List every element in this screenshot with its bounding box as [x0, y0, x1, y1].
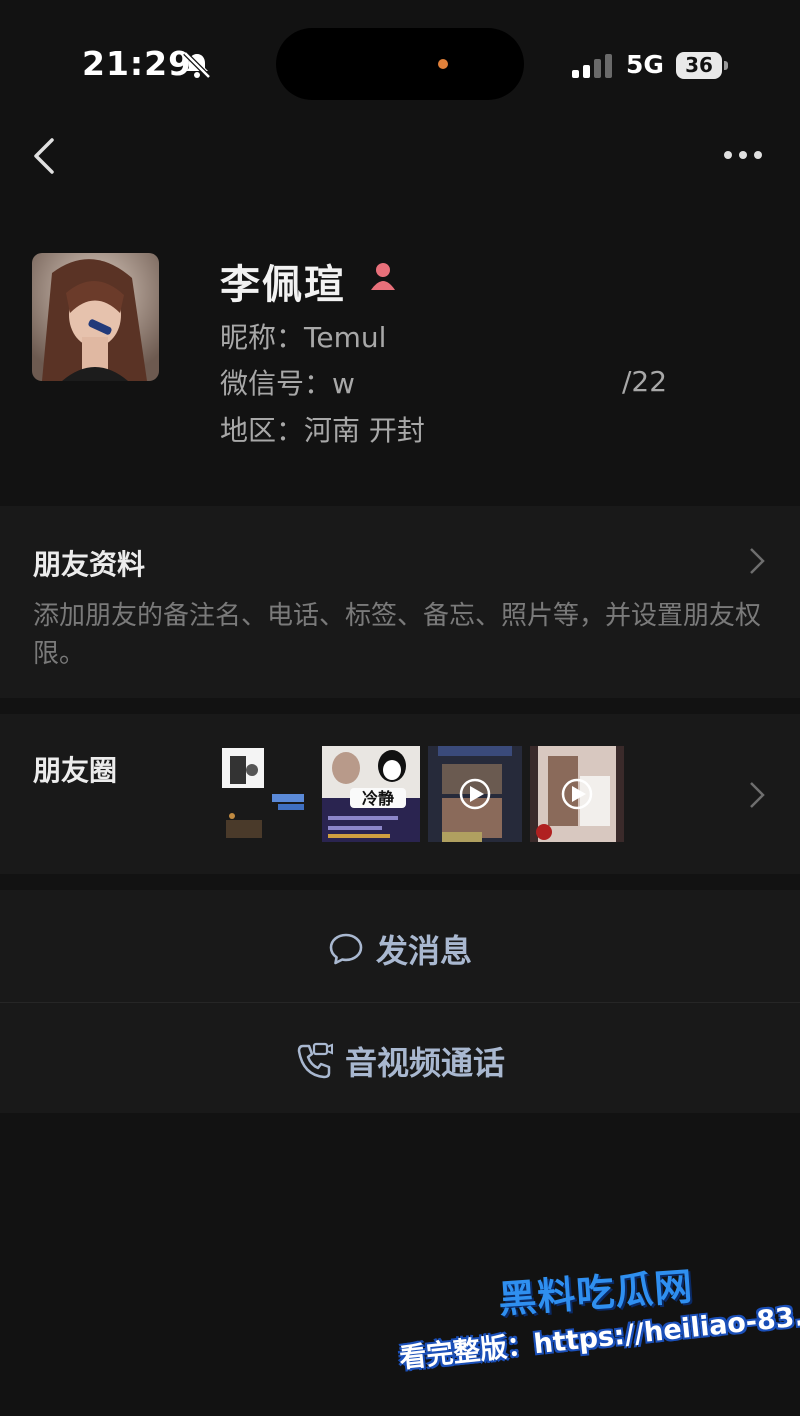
battery-level: 36 [685, 53, 713, 77]
video-call-label-row: 音视频通话 [0, 1038, 800, 1084]
battery-icon: 36 [676, 52, 728, 79]
chevron-right-icon [750, 548, 765, 574]
dynamic-island [276, 28, 524, 100]
status-time: 21:29 [82, 44, 193, 83]
chevron-right-icon [750, 782, 765, 808]
moments-video-thumbnail-1[interactable] [428, 746, 522, 842]
moments-thumbnail-1[interactable] [218, 746, 312, 842]
moments-video-thumbnail-2[interactable] [530, 746, 624, 842]
moments-thumbnail-2[interactable]: 冷静 [322, 746, 420, 842]
thumbnail-text: 冷静 [362, 789, 394, 808]
signal-icon [572, 54, 612, 78]
friend-info-title: 朋友资料 [33, 548, 146, 581]
wechat-id: 微信号：w [220, 367, 355, 400]
privacy-indicator-dot [438, 59, 448, 69]
video-call-label: 音视频通话 [344, 1044, 505, 1082]
wechat-id-suffix: /22 [622, 365, 668, 398]
more-options-icon[interactable] [722, 146, 764, 164]
phone-video-icon [297, 1042, 333, 1079]
chat-bubble-icon [329, 933, 363, 965]
nickname: 昵称：Temul [220, 321, 387, 354]
send-message-label-row: 发消息 [0, 926, 800, 972]
friend-info-description: 添加朋友的备注名、电话、标签、备忘、照片等，并设置朋友权限。 [33, 601, 762, 669]
back-icon[interactable] [30, 136, 60, 176]
send-message-label: 发消息 [375, 932, 472, 970]
profile-name: 李佩瑄 [220, 262, 346, 308]
bell-muted-icon [183, 51, 211, 79]
female-gender-icon [371, 263, 395, 290]
region: 地区：河南 开封 [220, 414, 425, 447]
avatar[interactable] [32, 253, 159, 381]
network-type: 5G [626, 50, 664, 79]
moments-title: 朋友圈 [33, 754, 118, 787]
